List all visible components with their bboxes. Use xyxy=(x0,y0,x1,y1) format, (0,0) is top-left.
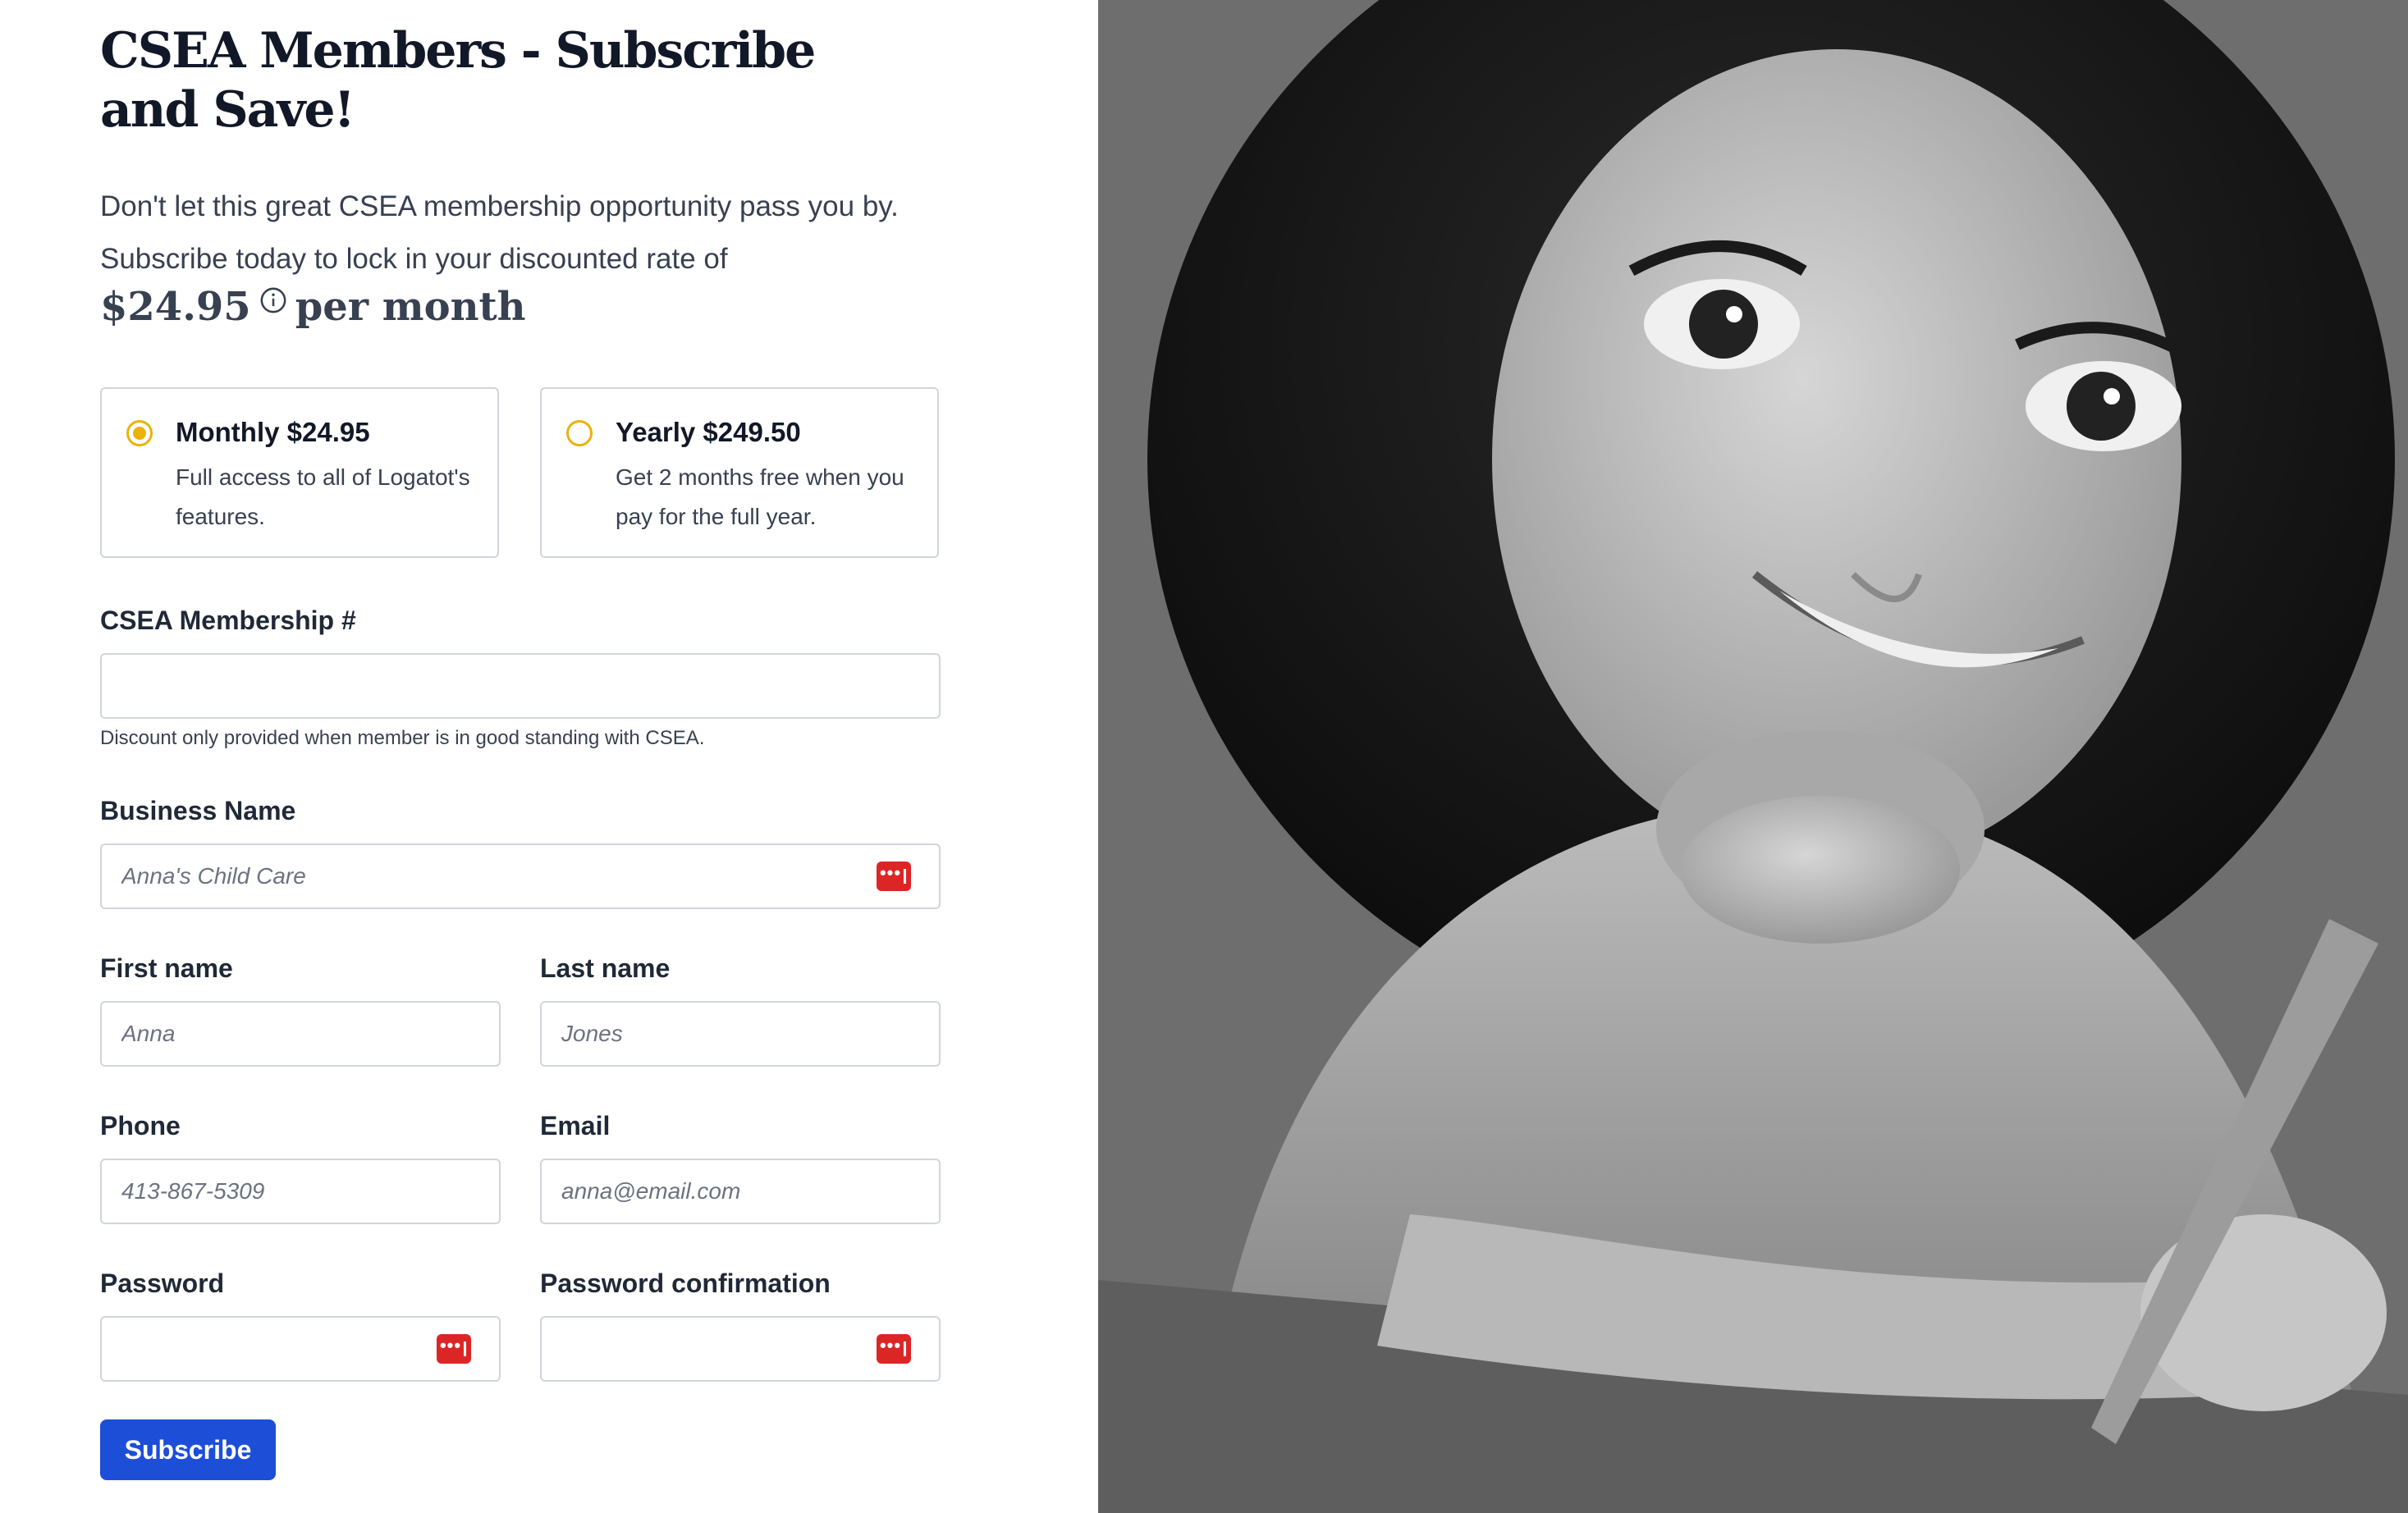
price-line: $24.95 per month xyxy=(100,284,526,330)
page-title: CSEA Members - Subscribe and Save! xyxy=(100,22,816,139)
plan-monthly-description: Full access to all of Logatot's features… xyxy=(176,464,470,529)
hero-photo xyxy=(1098,0,2408,1513)
intro-text: Don't let this great CSEA membership opp… xyxy=(100,181,1003,286)
membership-input[interactable] xyxy=(100,653,941,719)
membership-label: CSEA Membership # xyxy=(100,606,356,635)
phone-label: Phone xyxy=(100,1111,181,1140)
password-label: Password xyxy=(100,1268,225,1298)
password-manager-icon[interactable]: ••• xyxy=(877,1334,911,1364)
price-amount: $24.95 xyxy=(100,284,251,330)
signup-form-pane: CSEA Members - Subscribe and Save! Don't… xyxy=(0,0,1098,1513)
plan-yearly-description: Get 2 months free when you pay for the f… xyxy=(616,464,904,529)
last-name-label: Last name xyxy=(540,953,671,983)
plan-yearly-radio[interactable] xyxy=(566,420,593,446)
intro-line-1: Don't let this great CSEA membership opp… xyxy=(100,190,899,222)
password-confirmation-label: Password confirmation xyxy=(540,1268,831,1298)
info-icon[interactable] xyxy=(259,286,287,314)
email-input[interactable] xyxy=(540,1159,941,1224)
phone-input[interactable] xyxy=(100,1159,501,1224)
first-name-input[interactable] xyxy=(100,1001,501,1067)
child-portrait-illustration xyxy=(1098,0,2408,1513)
plan-option-monthly[interactable]: Monthly $24.95 Full access to all of Log… xyxy=(100,387,499,558)
last-name-input[interactable] xyxy=(540,1001,941,1067)
business-name-label: Business Name xyxy=(100,796,296,825)
plan-monthly-radio[interactable] xyxy=(126,420,153,446)
plan-yearly-title: Yearly $249.50 xyxy=(616,417,801,447)
intro-line-2: Subscribe today to lock in your discount… xyxy=(100,243,728,275)
password-manager-icon[interactable]: ••• xyxy=(877,862,911,891)
price-suffix: per month xyxy=(295,284,526,330)
plan-option-yearly[interactable]: Yearly $249.50 Get 2 months free when yo… xyxy=(540,387,939,558)
password-manager-icon[interactable]: ••• xyxy=(437,1334,471,1364)
plan-monthly-title: Monthly $24.95 xyxy=(176,417,370,447)
email-label: Email xyxy=(540,1111,611,1140)
membership-help: Discount only provided when member is in… xyxy=(100,727,705,749)
first-name-label: First name xyxy=(100,953,233,983)
subscribe-button[interactable]: Subscribe xyxy=(100,1419,276,1480)
business-name-input[interactable] xyxy=(100,843,941,909)
